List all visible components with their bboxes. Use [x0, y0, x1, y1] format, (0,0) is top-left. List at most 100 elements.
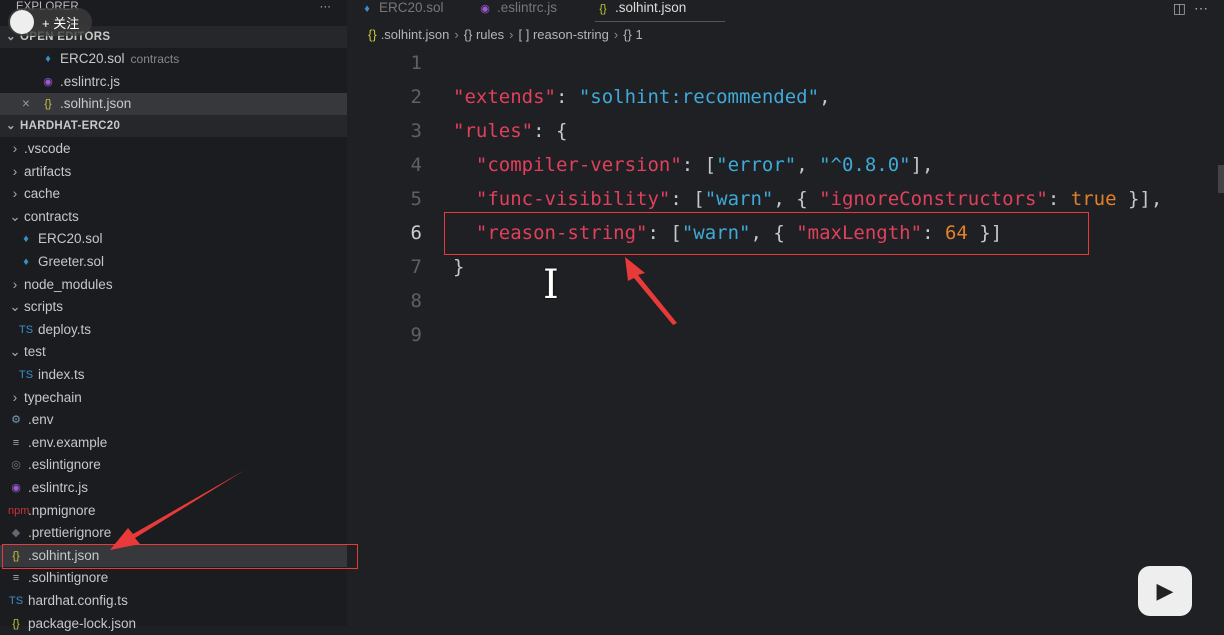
- line-number: 8: [410, 290, 422, 312]
- file-item[interactable]: ≡ .env.example: [0, 432, 347, 454]
- line-number: 2: [410, 86, 422, 108]
- folder-item[interactable]: ⌄ test: [0, 341, 347, 363]
- code-line: "compiler-version": ["error", "^0.8.0"],: [453, 148, 934, 182]
- item-name: typechain: [24, 389, 82, 405]
- code-line: }: [453, 250, 464, 284]
- item-name: .prettierignore: [28, 525, 112, 541]
- item-name: .env.example: [28, 434, 108, 450]
- item-name: .npmignore: [28, 502, 96, 518]
- gear-icon: ⚙: [11, 414, 21, 427]
- more-icon[interactable]: ⋯: [1194, 0, 1208, 17]
- file-item[interactable]: {} package-lock.json: [0, 613, 347, 635]
- prettier-icon: ◆: [11, 527, 21, 540]
- code-token: true: [1070, 188, 1117, 210]
- breadcrumb-item[interactable]: {} rules: [464, 27, 504, 42]
- typescript-icon: TS: [8, 595, 24, 607]
- npm-icon: npm: [8, 504, 30, 517]
- folder-item[interactable]: › artifacts: [0, 161, 347, 183]
- chevron-down-icon: ⌄: [9, 299, 21, 315]
- line-number: 4: [410, 154, 422, 176]
- code-token: "^0.8.0": [819, 154, 911, 176]
- chevron-right-icon: ›: [12, 186, 18, 202]
- item-name: .eslintrc.js: [28, 480, 89, 495]
- item-name: .env: [28, 412, 54, 428]
- split-editor-icon[interactable]: ◫: [1173, 0, 1186, 17]
- item-name: contracts: [24, 208, 79, 224]
- tab[interactable]: {} .solhint.json: [595, 0, 725, 22]
- json-icon: {}: [44, 98, 52, 110]
- code-token: "func-visibility": [475, 188, 671, 210]
- item-name: hardhat.config.ts: [28, 593, 128, 608]
- code-token: "extends": [453, 86, 556, 108]
- annotation-box: [444, 212, 1089, 255]
- bilibili-play-icon[interactable]: ▶: [1138, 566, 1192, 616]
- file-item[interactable]: TS index.ts: [0, 364, 347, 386]
- open-editor-item[interactable]: ♦ ERC20.sol contracts: [0, 48, 347, 70]
- code-token: ,: [796, 154, 820, 176]
- line-number: 7: [410, 256, 422, 278]
- chevron-right-icon: ›: [12, 141, 18, 156]
- code-editor[interactable]: 1 2 "extends": "solhint:recommended", 3 "rul…: [347, 46, 1224, 626]
- item-name: scripts: [24, 299, 64, 315]
- code-token: "solhint:recommended": [578, 86, 820, 108]
- line-number: 9: [410, 324, 422, 346]
- code-token: :: [1047, 188, 1071, 210]
- file-item[interactable]: ≡ .solhintignore: [0, 567, 347, 589]
- ethereum-icon: ♦: [23, 233, 29, 246]
- close-icon[interactable]: ×: [22, 93, 40, 115]
- code-token: }],: [1116, 188, 1163, 210]
- code-line: "extends": "solhint:recommended",: [453, 80, 831, 114]
- annotation-arrow-sidebar: [110, 470, 245, 550]
- ethereum-icon: ♦: [364, 3, 370, 15]
- chevron-right-icon: ›: [12, 389, 18, 405]
- typescript-icon: TS: [18, 323, 34, 336]
- item-name: artifacts: [24, 163, 72, 179]
- more-actions-button[interactable]: ···: [320, 0, 332, 18]
- tab[interactable]: ♦ ERC20.sol: [359, 0, 469, 22]
- folder-item[interactable]: › cache: [0, 183, 347, 205]
- eslint-icon: ◉: [43, 75, 53, 88]
- item-name: ERC20.sol: [38, 231, 103, 247]
- annotation-arrow-editor: [625, 257, 677, 325]
- lines-icon: ≡: [12, 572, 20, 585]
- scrollbar[interactable]: [1218, 165, 1224, 193]
- code-token: , {: [773, 188, 820, 210]
- code-token: : [: [670, 188, 705, 210]
- file-name: .eslintrc.js: [60, 73, 121, 89]
- file-item[interactable]: ♦ Greeter.sol: [0, 251, 347, 273]
- project-section[interactable]: ⌄ HARDHAT-ERC20: [0, 115, 347, 137]
- eslint-gray-icon: ◎: [11, 459, 21, 472]
- file-folder: contracts: [130, 52, 180, 66]
- code-token: ],: [910, 154, 934, 176]
- editor-tabs: ♦ ERC20.sol ◉ .eslintrc.js {} .solhint.json: [347, 0, 1224, 22]
- section-label: HARDHAT-ERC20: [20, 120, 121, 132]
- open-editor-item[interactable]: × {} .solhint.json: [0, 93, 347, 115]
- tab[interactable]: ◉ .eslintrc.js: [477, 0, 587, 22]
- text-cursor-icon: I: [543, 262, 559, 308]
- folder-item[interactable]: › typechain: [0, 387, 347, 409]
- bilibili-follow-overlay[interactable]: + 关注: [8, 8, 92, 36]
- folder-item[interactable]: ⌄ contracts: [0, 206, 347, 228]
- item-name: package-lock.json: [28, 615, 137, 631]
- avatar: [10, 10, 34, 34]
- eslint-icon: ◉: [480, 3, 490, 15]
- open-editor-item[interactable]: ◉ .eslintrc.js: [0, 71, 347, 93]
- breadcrumb-item[interactable]: .solhint.json: [381, 27, 450, 42]
- folder-item[interactable]: ⌄ scripts: [0, 296, 347, 318]
- breadcrumb-item[interactable]: {} 1: [623, 27, 643, 42]
- code-token: "compiler-version": [475, 154, 682, 176]
- json-icon: {}: [599, 3, 607, 15]
- json-icon: {}: [12, 617, 20, 630]
- eslint-icon: ◉: [11, 482, 21, 494]
- item-name: .eslintignore: [28, 457, 101, 473]
- tab-label: ERC20.sol: [379, 0, 444, 15]
- folder-item[interactable]: › .vscode: [0, 138, 347, 160]
- file-item[interactable]: TS deploy.ts: [0, 319, 347, 341]
- file-item[interactable]: TS hardhat.config.ts: [0, 590, 347, 612]
- file-item[interactable]: ⚙ .env: [0, 409, 347, 431]
- folder-item[interactable]: › node_modules: [0, 274, 347, 296]
- breadcrumb-item[interactable]: [ ] reason-string: [519, 27, 609, 42]
- file-item[interactable]: ♦ ERC20.sol: [0, 228, 347, 250]
- item-name: test: [24, 344, 46, 360]
